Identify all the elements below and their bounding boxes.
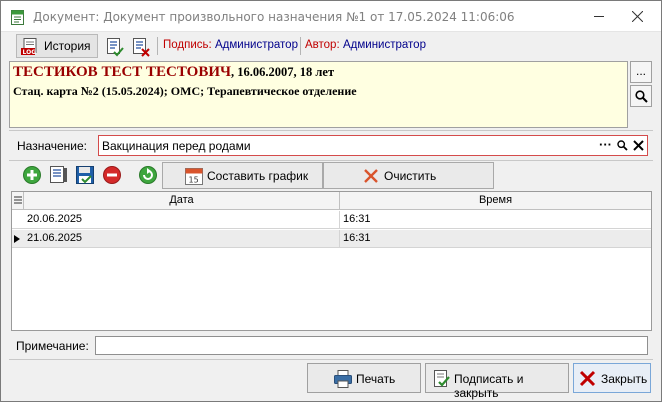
column-header-date[interactable]: Дата <box>24 192 340 210</box>
current-row-indicator-icon <box>14 235 20 243</box>
section-divider <box>9 130 653 131</box>
columns-icon <box>14 196 22 204</box>
delete-row-button[interactable] <box>101 164 123 186</box>
make-schedule-button[interactable]: 15 Составить график <box>162 162 323 189</box>
purpose-field[interactable]: Вакцинация перед родами ··· <box>98 135 648 156</box>
close-window-button[interactable] <box>621 1 653 32</box>
date-cell[interactable]: 20.06.2025 <box>24 211 340 229</box>
delete-icon <box>103 166 121 184</box>
history-label: История <box>44 39 91 53</box>
make-schedule-label: Составить график <box>207 169 309 183</box>
close-label: Закрыть <box>601 372 648 386</box>
save-row-button[interactable] <box>74 164 96 186</box>
document-toolbar: LOG История Подпись: Администратор Автор… <box>10 34 656 58</box>
print-label: Печать <box>356 372 396 386</box>
patient-info-panel: ТЕСТИКОВ ТЕСТ ТЕСТОВИЧ, 16.06.2007, 18 л… <box>9 61 628 128</box>
close-x-icon <box>579 370 596 387</box>
print-button[interactable]: Печать <box>307 363 421 393</box>
note-field[interactable] <box>95 336 648 355</box>
section-divider <box>9 160 653 161</box>
document-window: Документ: Документ произвольного назначе… <box>0 0 662 402</box>
calendar-icon: 15 <box>185 168 203 185</box>
table-row[interactable]: 20.06.2025 16:31 <box>12 211 651 229</box>
column-chooser-button[interactable] <box>12 192 24 210</box>
search-icon[interactable] <box>617 140 628 151</box>
schedule-grid[interactable]: Дата Время 20.06.2025 16:31 21.06.2025 1… <box>11 191 652 331</box>
purpose-label: Назначение: <box>17 139 88 153</box>
more-icon: ... <box>636 64 647 78</box>
purpose-select-button[interactable]: ··· <box>599 137 612 152</box>
toolbar-separator <box>157 37 158 55</box>
patient-name: ТЕСТИКОВ ТЕСТ ТЕСТОВИЧ <box>13 64 232 80</box>
grid-header: Дата Время <box>12 192 651 210</box>
app-icon <box>11 10 24 25</box>
sign-and-close-button[interactable]: Подписать и закрыть <box>425 363 569 400</box>
edit-list-icon <box>50 166 67 183</box>
patient-search-button[interactable] <box>630 85 652 107</box>
close-button[interactable]: Закрыть <box>573 363 651 393</box>
search-icon <box>635 90 648 103</box>
refresh-icon <box>139 166 157 184</box>
clear-schedule-button[interactable]: Очистить <box>323 162 494 189</box>
patient-card: Стац. карта №2 (15.05.2024); ОМС; Терапе… <box>13 84 357 98</box>
sign-label: Подпись: <box>163 39 212 51</box>
add-icon <box>23 166 41 184</box>
schedule-toolbar: 15 Составить график Очистить <box>11 162 651 190</box>
log-history-icon: LOG <box>21 38 37 56</box>
sign-check-icon <box>434 370 450 387</box>
svg-text:15: 15 <box>189 176 199 185</box>
unsign-document-button[interactable] <box>128 34 152 58</box>
sign-document-button[interactable] <box>102 34 126 58</box>
patient-dob: , 16.06.2007, 18 лет <box>231 65 335 79</box>
toolbar-separator <box>300 37 301 55</box>
table-row[interactable]: 21.06.2025 16:31 <box>12 230 651 248</box>
refresh-button[interactable] <box>137 164 159 186</box>
patient-name-line: ТЕСТИКОВ ТЕСТ ТЕСТОВИЧ, 16.06.2007, 18 л… <box>13 64 334 81</box>
clear-x-icon <box>364 169 378 183</box>
minimize-button[interactable] <box>583 1 615 32</box>
author-value: Администратор <box>343 39 426 51</box>
minimize-icon <box>594 16 604 17</box>
save-icon <box>76 166 94 184</box>
author-label: Автор: <box>305 39 340 51</box>
time-cell[interactable]: 16:31 <box>340 230 651 248</box>
sign-and-close-label: Подписать и закрыть <box>454 372 524 400</box>
patient-more-button[interactable]: ... <box>630 61 652 83</box>
edit-row-button[interactable] <box>48 164 70 186</box>
clear-schedule-label: Очистить <box>384 169 437 183</box>
svg-text:LOG: LOG <box>23 49 37 56</box>
add-row-button[interactable] <box>21 164 43 186</box>
window-title: Документ: Документ произвольного назначе… <box>33 10 515 24</box>
sign-document-icon <box>107 38 124 57</box>
sign-value: Администратор <box>215 39 298 51</box>
clear-icon[interactable] <box>633 140 644 151</box>
note-label: Примечание: <box>16 339 89 353</box>
purpose-value: Вакцинация перед родами <box>102 139 251 153</box>
column-header-time[interactable]: Время <box>340 192 651 210</box>
close-icon <box>632 11 643 22</box>
title-bar: Документ: Документ произвольного назначе… <box>1 1 661 32</box>
unsign-document-icon <box>133 38 150 57</box>
printer-icon <box>334 370 352 388</box>
time-cell[interactable]: 16:31 <box>340 211 651 229</box>
history-button[interactable]: LOG История <box>16 34 98 58</box>
date-cell[interactable]: 21.06.2025 <box>24 230 340 248</box>
section-divider <box>9 359 653 360</box>
